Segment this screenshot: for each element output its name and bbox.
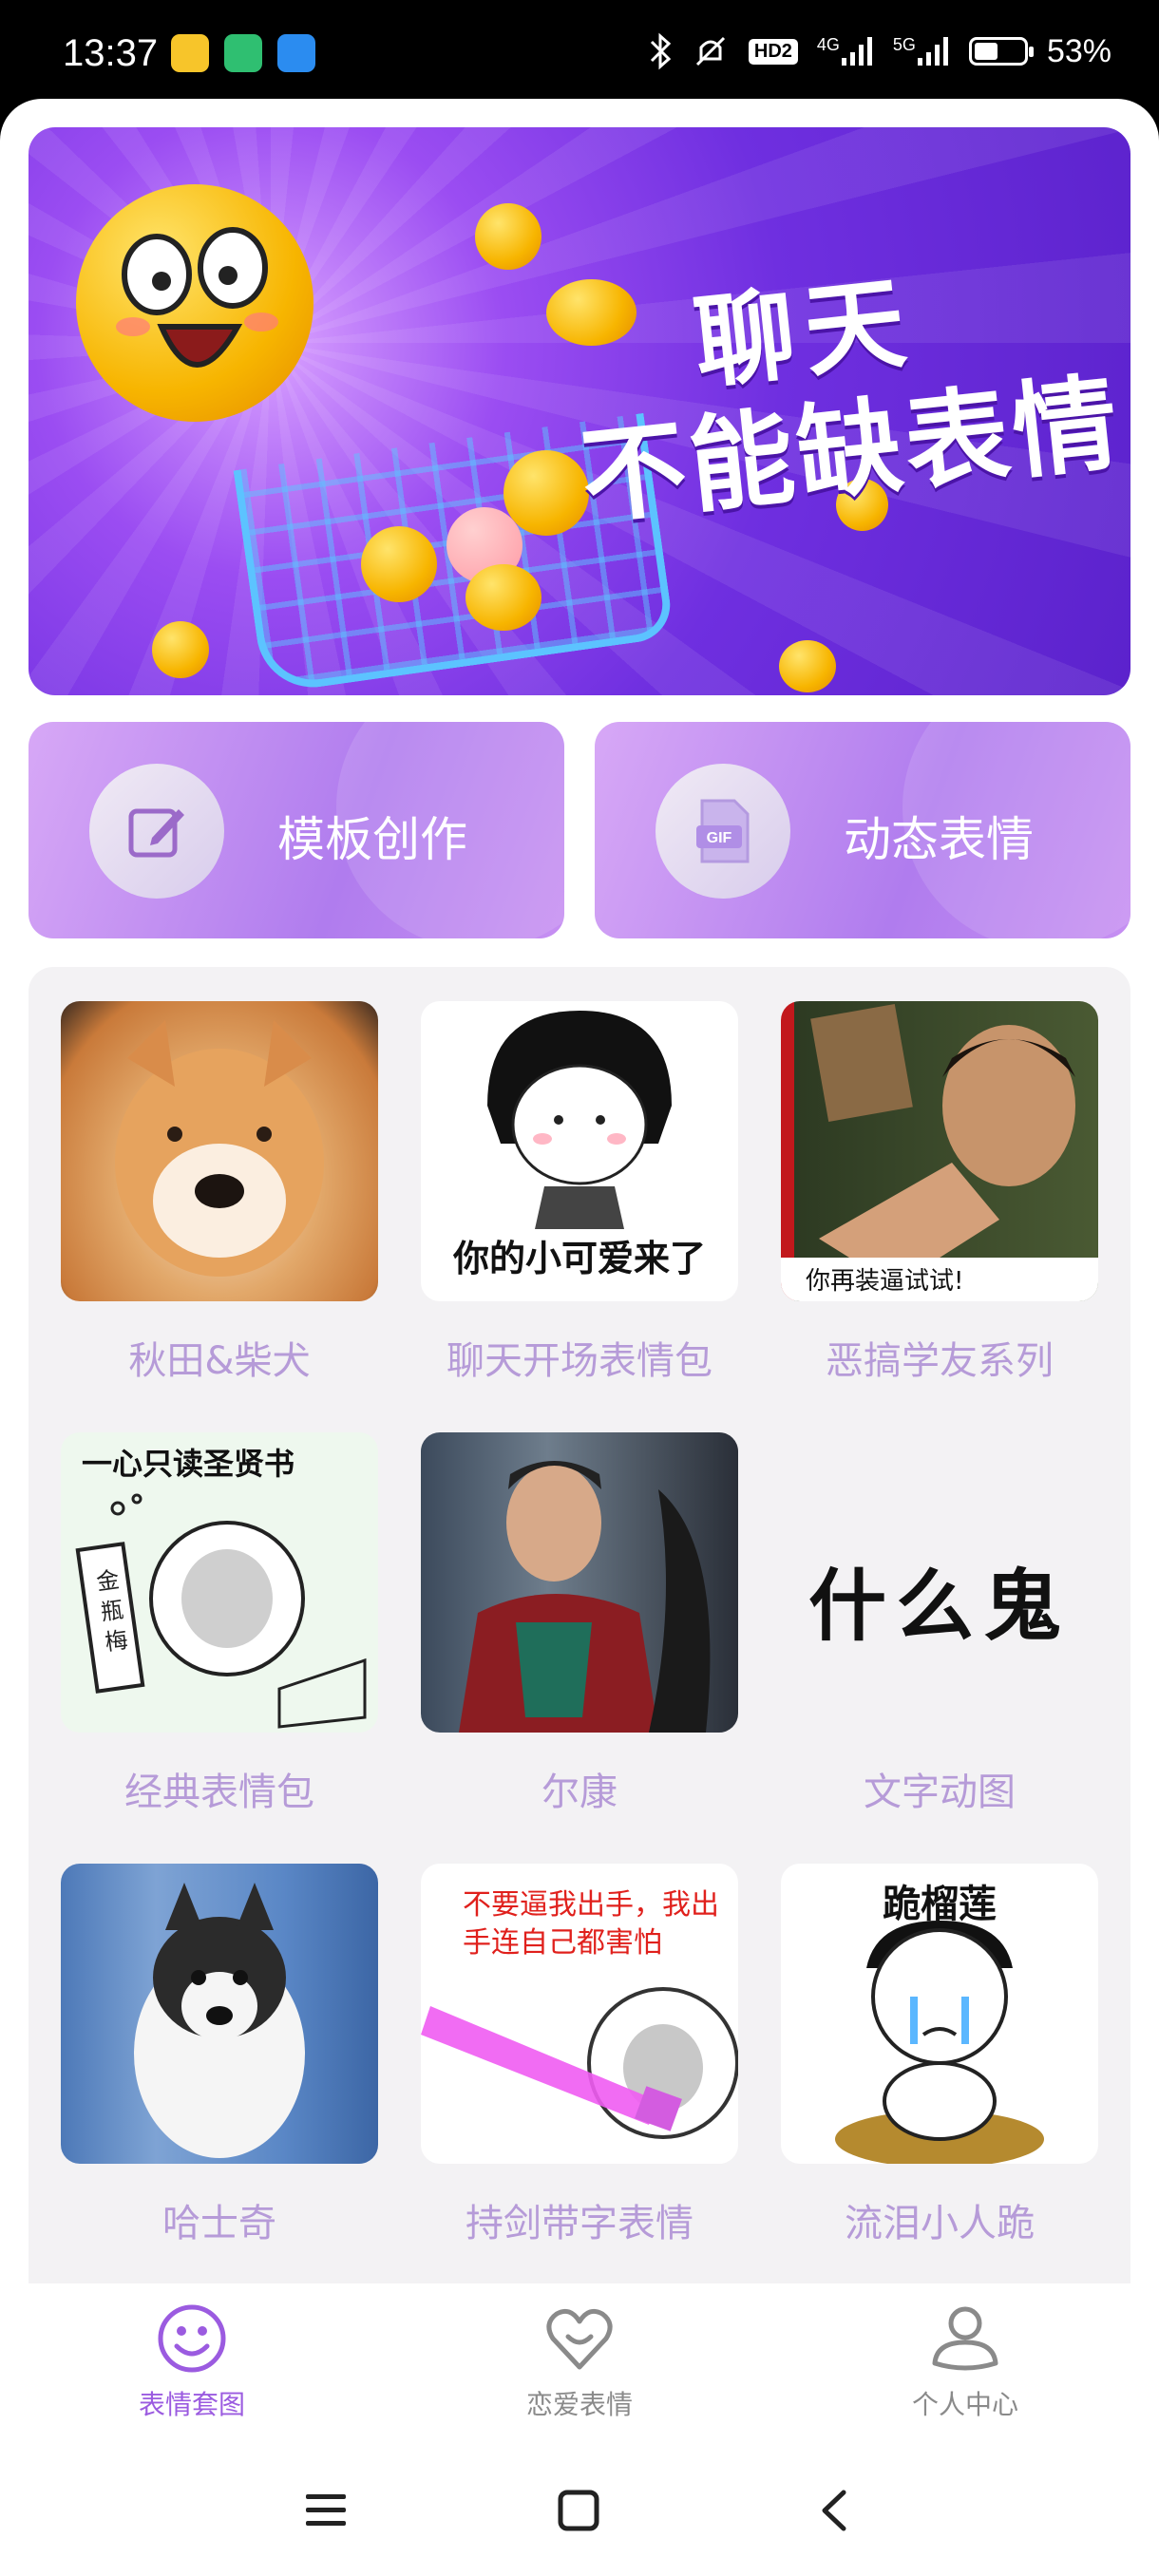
- signal-5g-icon: 5G: [893, 35, 950, 67]
- sticker-overlay-text: 你的小可爱来了: [452, 1238, 706, 1279]
- notification-app-icon-2: [224, 34, 262, 72]
- sticker-pack-title: 哈士奇: [162, 2202, 276, 2245]
- mute-icon: [692, 32, 730, 70]
- text-gif-thumbnail: 什么鬼: [781, 1432, 1098, 1733]
- tab-label: 恋爱表情: [525, 2389, 633, 2420]
- tab-profile[interactable]: 个人中心: [851, 2302, 1079, 2422]
- template-create-button[interactable]: 模板创作: [28, 722, 564, 938]
- heart-icon: [543, 2308, 616, 2378]
- sticker-pack-title: 恶搞学友系列: [826, 1339, 1054, 1383]
- actor-pointing-thumbnail: 你再装逼试试!: [781, 1001, 1098, 1301]
- sticker-pack-title: 尔康: [542, 1771, 618, 1814]
- sticker-pack-item[interactable]: 一心只读圣贤书 金瓶梅 经典表情包: [61, 1432, 378, 1816]
- flying-emoji: [546, 279, 636, 346]
- flying-emoji: [475, 203, 542, 270]
- network-4g-label: 4G: [816, 35, 840, 54]
- network-5g-label: 5G: [892, 35, 916, 54]
- sticker-overlay-text: 跪榴莲: [883, 1883, 997, 1926]
- shiba-dog-thumbnail: [61, 1001, 378, 1301]
- sword-meme-thumbnail: 不要逼我出手，我出手连自己都害怕: [421, 1864, 738, 2164]
- sticker-pack-item[interactable]: 跪榴莲 流泪小人跪: [781, 1864, 1098, 2247]
- drama-still-thumbnail: [421, 1432, 738, 1733]
- back-icon[interactable]: [813, 2489, 857, 2536]
- flying-emoji: [152, 621, 209, 678]
- tab-emoji-sets[interactable]: 表情套图: [78, 2302, 306, 2422]
- sticker-pack-grid: 秋田&柴犬 你的小可爱来了 聊天开场表情包 你再装逼试试! 恶搞学友系列 一心只…: [28, 967, 1130, 2392]
- sticker-pack-item[interactable]: 什么鬼 文字动图: [781, 1432, 1098, 1816]
- sticker-overlay-text: 什么鬼: [808, 1561, 1071, 1652]
- sticker-pack-title: 经典表情包: [124, 1771, 314, 1814]
- animated-emoji-label: 动态表情: [844, 812, 1034, 867]
- promo-banner[interactable]: 聊天 不能缺表情: [28, 127, 1130, 695]
- flying-emoji: [779, 640, 836, 692]
- sticker-pack-item[interactable]: 尔康: [421, 1432, 738, 1816]
- sticker-pack-item[interactable]: 你再装逼试试! 恶搞学友系列: [781, 1001, 1098, 1385]
- system-nav-bar: [0, 2454, 1159, 2576]
- sticker-pack-item[interactable]: 哈士奇: [61, 1864, 378, 2247]
- notification-app-icon-1: [171, 34, 209, 72]
- sticker-pack-item[interactable]: 秋田&柴犬: [61, 1001, 378, 1385]
- bluetooth-icon: [648, 32, 673, 70]
- cart-emoji: [466, 564, 542, 631]
- notification-app-icon-3: [277, 34, 315, 72]
- battery-icon: [968, 37, 1034, 66]
- status-time: 13:37: [63, 32, 159, 74]
- status-bar: 13:37 HD2 4G 5G 53%: [0, 0, 1159, 112]
- svg-text:GIF: GIF: [707, 830, 732, 846]
- signal-4g-icon: 4G: [817, 35, 874, 67]
- template-create-label: 模板创作: [277, 812, 467, 867]
- cart-emoji: [504, 450, 589, 536]
- screaming-emoji-illustration: [76, 184, 314, 422]
- sticker-overlay-text: 一心只读圣贤书: [82, 1446, 295, 1482]
- sticker-pack-item[interactable]: 不要逼我出手，我出手连自己都害怕 持剑带字表情: [421, 1864, 738, 2247]
- animated-emoji-button[interactable]: GIF 动态表情: [595, 722, 1130, 938]
- battery-percent: 53%: [1046, 32, 1112, 69]
- gif-icon: GIF: [656, 764, 790, 899]
- cartoon-girl-thumbnail: 你的小可爱来了: [421, 1001, 738, 1301]
- crying-kneel-thumbnail: 跪榴莲: [781, 1864, 1098, 2164]
- home-icon[interactable]: [557, 2489, 600, 2536]
- tab-label: 个人中心: [911, 2389, 1018, 2420]
- hd-badge: HD2: [748, 38, 798, 65]
- edit-icon: [89, 764, 224, 899]
- smiley-icon: [156, 2304, 228, 2378]
- husky-puppy-thumbnail: [61, 1864, 378, 2164]
- sticker-pack-title: 流泪小人跪: [845, 2202, 1035, 2245]
- sticker-pack-title: 文字动图: [864, 1771, 1016, 1814]
- tab-love-emoji[interactable]: 恋爱表情: [466, 2302, 694, 2422]
- app-screen: 聊天 不能缺表情 模板创作 GIF 动态表情 秋田&柴犬 你的小可爱来了 聊天开…: [0, 99, 1159, 2576]
- sticker-pack-title: 持剑带字表情: [466, 2202, 694, 2245]
- tab-label: 表情套图: [138, 2389, 245, 2420]
- cart-emoji: [361, 526, 437, 602]
- sticker-pack-item[interactable]: 你的小可爱来了 聊天开场表情包: [421, 1001, 738, 1385]
- menu-icon[interactable]: [304, 2489, 348, 2536]
- meme-face-thumbnail: 一心只读圣贤书 金瓶梅: [61, 1432, 378, 1733]
- sticker-pack-title: 秋田&柴犬: [128, 1339, 311, 1383]
- person-icon: [929, 2306, 1001, 2378]
- sticker-pack-title: 聊天开场表情包: [446, 1339, 712, 1383]
- bottom-tab-bar: 表情套图 恋爱表情 个人中心: [0, 2283, 1159, 2454]
- sticker-overlay-text: 不要逼我出手，我出手连自己都害怕: [463, 1888, 719, 1960]
- sticker-overlay-text: 你再装逼试试!: [806, 1267, 964, 1296]
